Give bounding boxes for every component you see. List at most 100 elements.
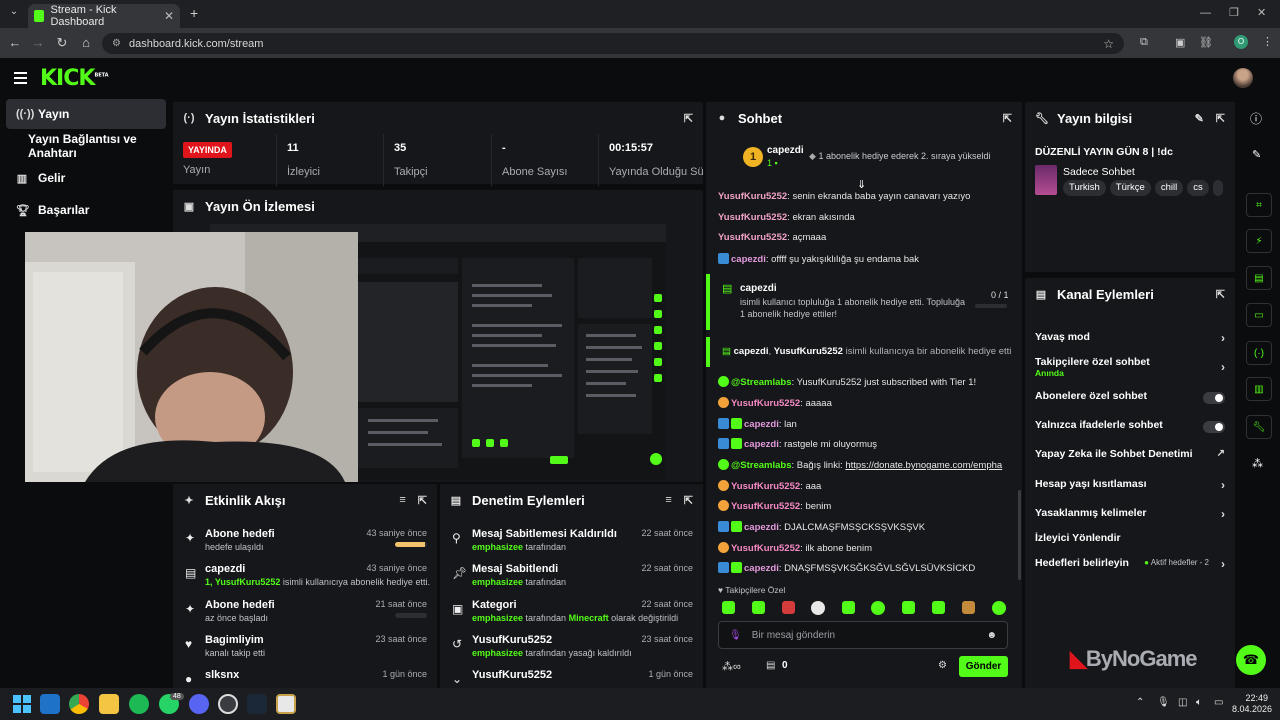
file-explorer-icon[interactable] xyxy=(99,694,119,714)
send-button[interactable]: Gönder xyxy=(959,656,1008,677)
gift-sender[interactable]: capezdi xyxy=(734,346,769,357)
action-set-goals[interactable]: Hedefleri belirleyin ● Aktif hedefler - 2… xyxy=(1035,557,1225,575)
activity-user[interactable]: 1, YusufKuru5252 xyxy=(205,577,280,587)
maximize-icon[interactable]: ❐ xyxy=(1229,6,1239,19)
rail-broadcast-icon[interactable]: (·) xyxy=(1246,341,1272,365)
rail-wrench-icon[interactable]: 🔧︎ xyxy=(1246,415,1272,439)
popout-icon[interactable]: ⇱ xyxy=(1216,112,1225,125)
nav-item-yayin[interactable]: ((·)) Yayın xyxy=(6,99,166,129)
chat-settings-icon[interactable]: ⚙ xyxy=(938,660,947,671)
category-thumbnail[interactable] xyxy=(1035,165,1057,195)
tag-chip[interactable]: Türkçe xyxy=(1109,180,1151,196)
rail-document-icon[interactable]: ▤ xyxy=(1246,266,1272,290)
forward-icon[interactable]: → xyxy=(27,35,49,50)
mail-app-icon[interactable] xyxy=(40,694,60,714)
moderator-user[interactable]: emphasizee xyxy=(472,542,523,552)
popout-icon[interactable]: ⇱ xyxy=(1003,112,1012,125)
new-tab-icon[interactable]: + xyxy=(190,5,198,21)
volume-icon[interactable]: 🔈︎ xyxy=(1196,697,1202,708)
browser-tab[interactable]: Stream - Kick Dashboard ✕ xyxy=(28,4,180,28)
nav-item-gelir[interactable]: ▥ Gelir xyxy=(6,163,166,193)
nav-item-basarilar[interactable]: 🏆︎ Başarılar xyxy=(6,195,166,225)
popout-icon[interactable]: ⇱ xyxy=(418,494,427,507)
minimize-icon[interactable]: — xyxy=(1200,7,1211,19)
action-ai-moderation[interactable]: Yapay Zeka ile Sohbet Denetimi ↗ xyxy=(1035,448,1225,466)
chat-username[interactable]: YusufKuru5252 xyxy=(731,501,800,512)
tab-search-icon[interactable]: ⌄ xyxy=(6,6,22,22)
tab-close-icon[interactable]: ✕ xyxy=(164,9,174,23)
battery-icon[interactable]: ▭ xyxy=(1214,697,1223,708)
edit-icon[interactable]: ✎ xyxy=(1195,112,1204,125)
popout-icon[interactable]: ⇱ xyxy=(684,494,693,507)
chat-username[interactable]: capezdi xyxy=(744,522,779,533)
chat-username[interactable]: @Streamlabs xyxy=(731,377,791,388)
start-icon[interactable] xyxy=(12,694,32,714)
chat-username[interactable]: capezdi xyxy=(744,439,779,450)
chat-username[interactable]: YusufKuru5252 xyxy=(718,191,787,202)
reload-icon[interactable]: ↻ xyxy=(51,35,73,51)
chat-input[interactable]: 🎙︎ Bir mesaj gönderin ☻ xyxy=(718,621,1008,649)
chat-username[interactable]: YusufKuru5252 xyxy=(731,481,800,492)
rail-bolt-icon[interactable]: ⚡︎ xyxy=(1246,229,1272,253)
user-avatar[interactable] xyxy=(1233,68,1253,88)
microphone-icon[interactable]: 🎙︎ xyxy=(1157,697,1170,708)
tag-chip[interactable]: Turkish xyxy=(1063,180,1106,196)
network-icon[interactable]: ◫ xyxy=(1178,697,1187,708)
chat-scrollbar[interactable] xyxy=(1018,490,1021,580)
chrome-icon[interactable] xyxy=(69,694,89,714)
gift-user[interactable]: capezdi xyxy=(740,283,777,294)
gift-recipient[interactable]: YusufKuru5252 xyxy=(774,346,843,357)
action-slow-mode[interactable]: Yavaş mod › xyxy=(1035,331,1225,349)
back-icon[interactable]: ← xyxy=(4,35,26,50)
clock[interactable]: 22:49 8.04.2026 xyxy=(1232,693,1272,715)
rail-scan-icon[interactable]: ⌗ xyxy=(1246,193,1272,217)
site-info-icon[interactable]: ⚙ xyxy=(112,38,121,49)
browser-menu-icon[interactable]: ⋮ xyxy=(1262,35,1273,48)
discord-icon[interactable] xyxy=(189,694,209,714)
spotify-icon[interactable] xyxy=(129,694,149,714)
chat-username[interactable]: YusufKuru5252 xyxy=(731,543,800,554)
emoji-icon[interactable]: ☻ xyxy=(986,630,997,641)
filter-icon[interactable]: ≡ xyxy=(665,494,671,507)
popout-icon[interactable]: ⇱ xyxy=(684,112,693,125)
expand-down-icon[interactable]: ⇓ xyxy=(857,178,866,191)
microphone-icon[interactable]: 🎙︎ xyxy=(729,630,742,641)
kick-app-icon[interactable] xyxy=(276,694,296,714)
home-icon[interactable]: ⌂ xyxy=(75,35,97,50)
nav-item-stream-key[interactable]: Yayın Bağlantısı ve Anahtarı xyxy=(6,131,166,161)
cast-icon[interactable]: ▣ xyxy=(1175,36,1185,49)
steam-icon[interactable] xyxy=(247,694,267,714)
action-redirect-viewers[interactable]: İzleyici Yönlendir xyxy=(1035,532,1225,550)
moderator-user[interactable]: emphasizee xyxy=(472,577,523,587)
top-gifter-name[interactable]: capezdi xyxy=(767,145,804,156)
help-chat-button[interactable]: ☎ xyxy=(1236,645,1266,675)
rail-chat-icon[interactable]: ▭ xyxy=(1246,303,1272,327)
link-icon[interactable]: ⛓ xyxy=(1199,36,1213,49)
hamburger-menu-icon[interactable] xyxy=(14,72,27,84)
action-account-age[interactable]: Hesap yaşı kısıtlaması › xyxy=(1035,478,1225,496)
rail-actions-icon[interactable]: ▥ xyxy=(1246,377,1272,401)
action-followers-only[interactable]: Takipçilere özel sohbet Anında › xyxy=(1035,356,1225,380)
chat-username[interactable]: YusufKuru5252 xyxy=(718,212,787,223)
moderator-user[interactable]: emphasizee xyxy=(472,613,523,623)
chat-username[interactable]: capezdi xyxy=(744,419,779,430)
donation-link[interactable]: https://donate.bynogame.com/empha xyxy=(845,460,1002,471)
subscribers-only-toggle[interactable] xyxy=(1203,392,1225,404)
address-bar[interactable]: ⚙ dashboard.kick.com/stream ☆ xyxy=(102,33,1124,54)
tray-overflow-icon[interactable]: ⌃ xyxy=(1136,697,1144,708)
points-icon[interactable]: ⁂∞ xyxy=(722,660,741,673)
bookmark-star-icon[interactable]: ☆ xyxy=(1103,37,1114,51)
filter-icon[interactable]: ≡ xyxy=(399,494,405,507)
edit-icon[interactable]: ✎ xyxy=(1252,148,1261,161)
chat-username[interactable]: @Streamlabs xyxy=(731,460,791,471)
tag-chip-overflow[interactable] xyxy=(1212,180,1223,196)
chat-username[interactable]: capezdi xyxy=(731,254,766,265)
tag-chip[interactable]: cs xyxy=(1187,180,1209,196)
extensions-icon[interactable]: ⧉ xyxy=(1140,36,1148,49)
moderator-user[interactable]: emphasizee xyxy=(472,648,523,658)
chat-username[interactable]: YusufKuru5252 xyxy=(718,232,787,243)
info-icon[interactable]: ⓘ xyxy=(1250,110,1262,127)
profile-avatar[interactable]: O xyxy=(1234,35,1248,49)
category-name[interactable]: Sadece Sohbet xyxy=(1063,166,1135,178)
popout-icon[interactable]: ⇱ xyxy=(1216,288,1225,301)
